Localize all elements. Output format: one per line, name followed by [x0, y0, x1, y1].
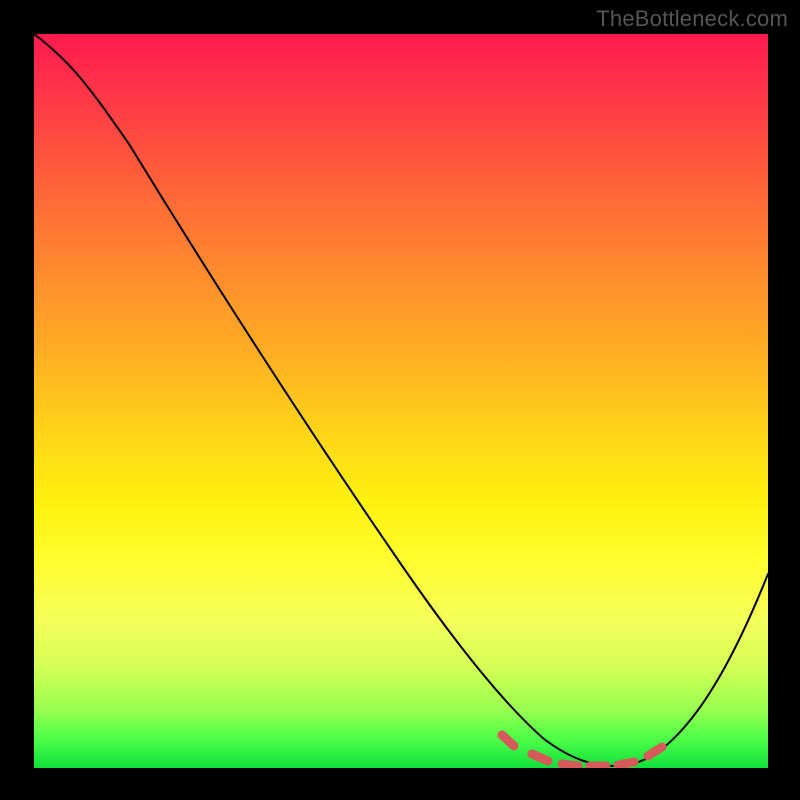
- marker-dot: [562, 764, 578, 766]
- marker-dot: [618, 762, 634, 765]
- chart-frame: TheBottleneck.com: [0, 0, 800, 800]
- marker-dot: [532, 754, 548, 761]
- watermark-text: TheBottleneck.com: [596, 6, 788, 32]
- curve-path: [34, 34, 768, 766]
- trough-markers: [502, 735, 662, 766]
- bottleneck-curve: [34, 34, 768, 768]
- marker-dot: [648, 747, 662, 756]
- marker-dot: [502, 735, 514, 746]
- plot-area: [34, 34, 768, 768]
